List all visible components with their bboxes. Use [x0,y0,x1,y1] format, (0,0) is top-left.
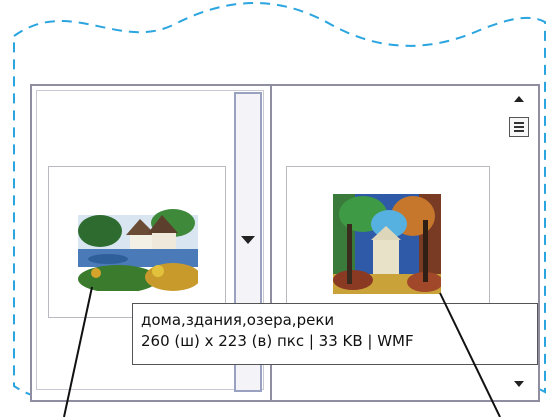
pointer-lines [63,286,501,417]
pointer-line-right [439,292,501,417]
clip-gallery-screenshot: дома,здания,озера,реки 260 (ш) x 223 (в)… [0,0,555,417]
pointer-line-left [63,286,93,417]
